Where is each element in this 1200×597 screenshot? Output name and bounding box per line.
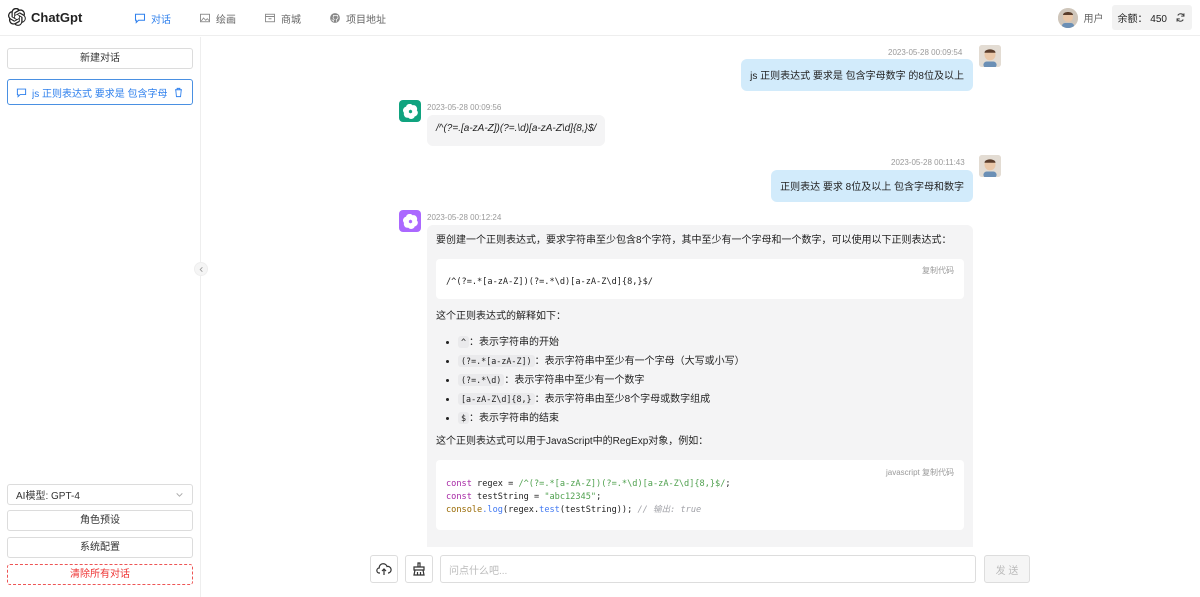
code-line: console.log(regex.test(testString)); // … <box>446 505 702 515</box>
list-item: (?=.*\d)：表示字符串中至少有一个数字 <box>458 371 964 390</box>
user-avatar[interactable] <box>1057 7 1078 28</box>
trash-icon[interactable] <box>173 87 184 98</box>
chat-list-item[interactable]: js 正则表达式 要求是 包含字母... <box>7 79 193 105</box>
avatar-face-icon <box>1057 7 1078 28</box>
image-icon <box>200 13 210 23</box>
send-button[interactable]: 发 送 <box>984 555 1030 583</box>
code-block: javascript 复制代码 const regex = /^(?=.*[a-… <box>436 460 964 530</box>
top-bar: ChatGpt 对话 绘画 商城 项目地址 用户 余额： 450 <box>0 0 1200 36</box>
new-chat-button[interactable]: 新建对话 <box>7 48 193 69</box>
chat-input[interactable]: 问点什么吧... <box>440 555 976 583</box>
nav-shop[interactable]: 商城 <box>250 0 315 36</box>
answer-intro: 要创建一个正则表达式，要求字符串至少包含8个字符，其中至少有一个字母和一个数字，… <box>436 235 952 246</box>
nav-shop-label: 商城 <box>281 14 301 26</box>
user-message-avatar <box>979 155 1001 177</box>
openai-logo-icon <box>402 103 418 119</box>
explain-list: ^：表示字符串的开始 (?=.*[a-zA-Z])：表示字符串中至少有一个字母（… <box>458 333 964 428</box>
role-preset-button[interactable]: 角色预设 <box>7 510 193 531</box>
chat-area: 2023-05-28 00:09:54 js 正则表达式 要求是 包含字母数字 … <box>202 37 1200 547</box>
balance-text: 余额： 450 <box>1117 14 1167 25</box>
model-select[interactable]: AI模型: GPT-4 <box>7 484 193 505</box>
user-box: 用户 余额： 450 <box>1057 5 1192 30</box>
explain-title: 这个正则表达式的解释如下： <box>436 311 566 322</box>
inline-code: ^ <box>458 336 470 348</box>
app-logo[interactable]: ChatGpt <box>8 8 82 26</box>
sidebar: 新建对话 js 正则表达式 要求是 包含字母... AI模型: GPT-4 角色… <box>0 37 201 597</box>
code-block: 复制代码 /^(?=.*[a-zA-Z])(?=.*\d)[a-zA-Z\d]{… <box>436 259 964 299</box>
bot-message-bubble: 要创建一个正则表达式，要求字符串至少包含8个字符，其中至少有一个字母和一个数字，… <box>427 225 973 547</box>
usage-text: 这个正则表达式可以用于JavaScript中的RegExp对象，例如： <box>436 436 709 447</box>
input-bar: 问点什么吧... 发 送 <box>202 547 1200 597</box>
inline-code: (?=.*[a-zA-Z]) <box>458 355 535 367</box>
code-language: javascript <box>885 468 920 477</box>
nav-drawing[interactable]: 绘画 <box>185 0 250 36</box>
avatar-face-icon <box>979 155 1001 177</box>
main-nav: 对话 绘画 商城 项目地址 <box>120 0 400 36</box>
upload-button[interactable] <box>370 555 398 583</box>
cloud-upload-icon <box>376 563 392 575</box>
chat-icon <box>16 88 27 98</box>
list-item: (?=.*[a-zA-Z])：表示字符串中至少有一个字母（大写或小写） <box>458 352 964 371</box>
copy-code-button[interactable]: 复制代码 <box>922 468 954 477</box>
nav-chat-label: 对话 <box>151 14 171 26</box>
nav-project[interactable]: 项目地址 <box>315 0 400 36</box>
list-item-text: ：表示字符串的开始 <box>469 337 560 348</box>
cleaner-icon <box>413 562 425 576</box>
chat-icon <box>134 13 146 24</box>
code-block-header: javascript 复制代码 <box>886 466 954 479</box>
list-item: ^：表示字符串的开始 <box>458 333 964 352</box>
chat-title: js 正则表达式 要求是 包含字母... <box>32 88 168 100</box>
openai-logo-icon <box>8 8 26 26</box>
model-select-value: AI模型: GPT-4 <box>16 491 80 502</box>
nav-drawing-label: 绘画 <box>216 14 236 26</box>
list-item: [a-zA-Z\d]{8,}：表示字符串由至少8个字母或数字组成 <box>458 390 964 409</box>
user-message-avatar <box>979 45 1001 67</box>
message-timestamp: 2023-05-28 00:12:24 <box>427 213 502 222</box>
export-button[interactable] <box>405 555 433 583</box>
bot-message-avatar <box>399 100 421 122</box>
list-item-text: ：表示字符串的结束 <box>469 413 560 424</box>
bot-message-avatar <box>399 210 421 232</box>
github-icon <box>330 13 340 23</box>
code-line: /^(?=.*[a-zA-Z])(?=.*\d)[a-zA-Z\d]{8,}$/ <box>446 277 653 287</box>
system-config-button[interactable]: 系统配置 <box>7 537 193 558</box>
inline-code: $ <box>458 412 470 424</box>
inline-code: (?=.*\d) <box>458 374 505 386</box>
message-timestamp: 2023-05-28 00:11:43 <box>891 158 965 167</box>
code-line: const testString = "abc12345"; <box>446 492 602 502</box>
clear-all-button[interactable]: 清除所有对话 <box>7 564 193 585</box>
inline-code: [a-zA-Z\d]{8,} <box>458 393 535 405</box>
nav-chat[interactable]: 对话 <box>120 0 185 36</box>
list-item: $：表示字符串的结束 <box>458 409 964 428</box>
copy-code-button[interactable]: 复制代码 <box>922 265 954 276</box>
code-line: const regex = /^(?=.*[a-zA-Z])(?=.*\d)[a… <box>446 479 731 489</box>
nav-project-label: 项目地址 <box>346 14 386 26</box>
openai-logo-icon <box>402 213 418 229</box>
list-item-text: ：表示字符串中至少有一个数字 <box>504 375 645 386</box>
chevron-down-icon <box>176 493 183 497</box>
user-message-bubble: js 正则表达式 要求是 包含字母数字 的8位及以上 <box>741 59 973 91</box>
list-item-text: ：表示字符串中至少有一个字母（大写或小写） <box>534 356 745 367</box>
message-timestamp: 2023-05-28 00:09:54 <box>888 48 963 57</box>
list-item-text: ：表示字符串由至少8个字母或数字组成 <box>534 394 711 405</box>
avatar-face-icon <box>979 45 1001 67</box>
user-label[interactable]: 用户 <box>1084 10 1104 25</box>
shop-icon <box>265 13 275 23</box>
message-timestamp: 2023-05-28 00:09:56 <box>427 103 502 112</box>
user-message-bubble: 正则表达 要求 8位及以上 包含字母和数字 <box>771 170 973 202</box>
app-name: ChatGpt <box>31 9 83 25</box>
refresh-icon[interactable] <box>1175 12 1186 23</box>
balance-badge: 余额： 450 <box>1111 5 1192 30</box>
bot-message-bubble: /^(?=.[a-zA-Z])(?=.\d)[a-zA-Z\d]{8,}$/ <box>427 115 606 146</box>
